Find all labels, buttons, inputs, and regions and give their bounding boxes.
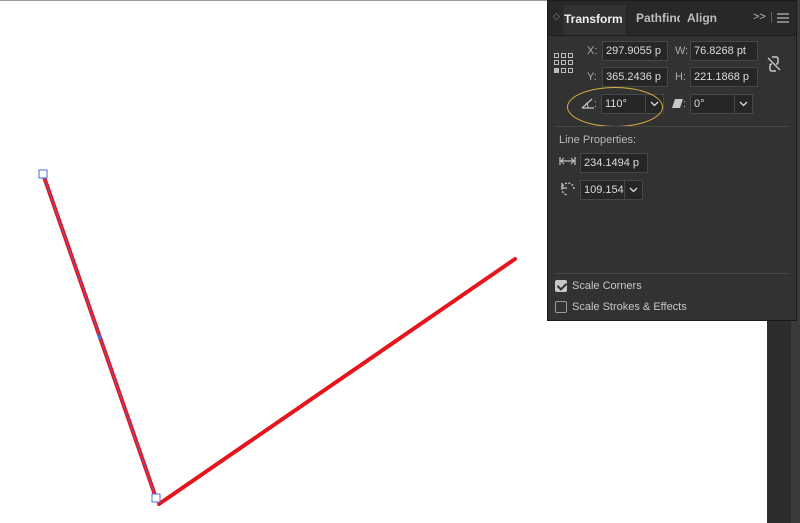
y-field[interactable]: 365.2436 p [602, 67, 668, 87]
shear-angle-field[interactable]: 0° [690, 94, 735, 114]
constrain-proportions-icon[interactable] [764, 54, 784, 74]
shear-colon: : [683, 98, 687, 110]
rotate-angle-dropdown[interactable] [646, 94, 664, 114]
h-label: H: [675, 71, 686, 83]
expand-panels-icon[interactable]: >> [753, 11, 766, 23]
rotate-angle-field[interactable]: 110° [601, 94, 646, 114]
tab-separator: | [770, 11, 773, 23]
tab-align[interactable]: Align [687, 11, 717, 25]
h-field[interactable]: 221.1868 p [690, 67, 758, 87]
scale-strokes-checkbox[interactable] [555, 301, 567, 313]
section-divider [554, 126, 790, 127]
line-length-field[interactable]: 234.1494 p [580, 153, 648, 173]
anchor-point-top[interactable] [38, 169, 48, 179]
rotate-angle-icon [581, 98, 594, 109]
tab-pathfinder[interactable]: Pathfinder [636, 11, 680, 25]
tab-transform[interactable]: Transform [563, 5, 626, 35]
x-field[interactable]: 297.9055 p [602, 41, 668, 61]
scale-corners-checkbox[interactable] [555, 280, 567, 292]
second-red-line[interactable] [157, 257, 517, 506]
panel-tab-bar: ◇ Transform Pathfinder Align >> | [548, 1, 796, 36]
line-properties-title: Line Properties: [559, 134, 637, 146]
line-length-icon [559, 157, 576, 165]
anchor-point-bottom[interactable] [151, 493, 161, 503]
shear-angle-dropdown[interactable] [735, 94, 753, 114]
scale-corners-label[interactable]: Scale Corners [572, 280, 642, 292]
w-label: W: [675, 45, 689, 57]
section-divider [554, 273, 790, 274]
x-label: X: [587, 45, 598, 57]
angle-colon: : [594, 98, 598, 110]
w-field[interactable]: 76.8268 pt [690, 41, 758, 61]
line-angle-dropdown[interactable] [625, 180, 643, 200]
center-point [98, 335, 101, 339]
scale-strokes-label[interactable]: Scale Strokes & Effects [572, 301, 687, 313]
chevron-down-icon [739, 101, 748, 107]
line-angle-icon [561, 182, 575, 196]
transform-panel: ◇ Transform Pathfinder Align >> | X: 297… [547, 0, 797, 321]
panel-grip-icon[interactable]: ◇ [553, 11, 560, 22]
y-label: Y: [587, 71, 597, 83]
reference-point-icon[interactable] [554, 53, 574, 73]
hamburger-menu-icon[interactable] [777, 13, 789, 23]
line-angle-field[interactable]: 109.154 [580, 180, 625, 200]
chevron-down-icon [629, 187, 638, 193]
chevron-down-icon [650, 101, 659, 107]
